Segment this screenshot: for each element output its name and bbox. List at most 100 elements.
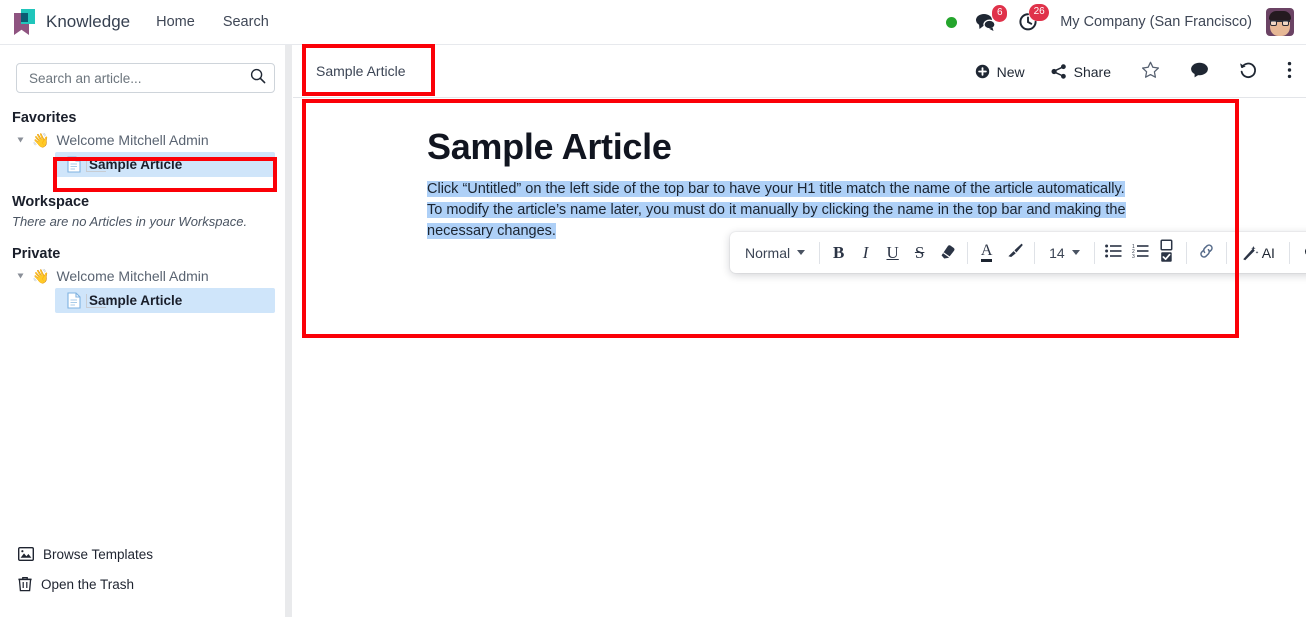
favorite-star-button[interactable] <box>1141 61 1160 82</box>
history-button[interactable] <box>1239 61 1257 82</box>
toolbar-divider <box>819 241 821 264</box>
image-icon <box>18 547 34 561</box>
tree-elbow <box>86 293 106 308</box>
font-size-label: 14 <box>1049 244 1065 261</box>
app-brand-name[interactable]: Knowledge <box>46 12 130 32</box>
tree-label: Welcome Mitchell Admin <box>56 268 209 284</box>
floating-format-toolbar: Normal B I U S A 14 1 2 3 AI <box>730 232 1306 273</box>
toolbar-divider <box>1093 241 1095 264</box>
new-button[interactable]: New <box>975 64 1025 80</box>
share-button[interactable]: Share <box>1051 64 1111 80</box>
style-select-label: Normal <box>745 244 791 261</box>
messages-badge: 6 <box>992 5 1008 22</box>
chevron-down-icon <box>797 250 806 255</box>
search-input[interactable] <box>27 69 250 87</box>
selected-text: Click “Untitled” on the left side of the… <box>427 181 1126 239</box>
article-title[interactable]: Sample Article <box>427 126 1306 168</box>
bulleted-list-icon <box>1104 244 1122 262</box>
tree-row-welcome-private[interactable]: 👋 Welcome Mitchell Admin <box>0 264 291 288</box>
kebab-menu-button[interactable] <box>1287 61 1292 82</box>
wave-emoji-icon: 👋 <box>32 268 50 284</box>
online-status-dot <box>946 16 958 28</box>
comment-icon <box>1190 62 1209 81</box>
italic-button[interactable]: I <box>852 238 879 268</box>
paintbrush-icon <box>1005 242 1024 263</box>
comments-button[interactable] <box>1190 62 1209 81</box>
bold-button[interactable]: B <box>825 238 852 268</box>
breadcrumb-bar: Sample Article New Share <box>293 45 1306 98</box>
toolbar-divider <box>967 241 969 264</box>
workspace-empty-text: There are no Articles in your Workspace. <box>12 214 248 229</box>
checklist-icon <box>1160 238 1175 267</box>
company-selector[interactable]: My Company (San Francisco) <box>1060 14 1252 30</box>
plus-circle-icon <box>975 64 990 79</box>
highlight-color-button[interactable] <box>1000 238 1029 268</box>
chevron-down-icon[interactable] <box>17 273 24 279</box>
breadcrumb-article-name[interactable]: Sample Article <box>316 63 405 79</box>
open-trash-label: Open the Trash <box>41 576 135 592</box>
search-article-box[interactable] <box>16 63 275 93</box>
history-icon <box>1239 61 1257 82</box>
activities-badge: 26 <box>1029 4 1050 21</box>
bookmark-logo-icon[interactable] <box>14 9 36 35</box>
document-icon <box>67 292 81 309</box>
article-body: Sample Article Click “Untitled” on the l… <box>293 98 1306 242</box>
bulleted-list-button[interactable] <box>1100 238 1127 268</box>
style-select[interactable]: Normal <box>736 238 814 268</box>
trash-icon <box>18 576 32 592</box>
sidebar-item-sample-article-favorite[interactable]: Sample Article <box>55 152 275 177</box>
section-title-private: Private <box>12 246 61 262</box>
section-title-favorites: Favorites <box>12 110 77 126</box>
breadcrumb-actions: New Share <box>949 45 1292 98</box>
kebab-menu-icon <box>1287 61 1292 82</box>
share-icon <box>1051 64 1067 79</box>
tree-row-welcome-favorites[interactable]: 👋 Welcome Mitchell Admin <box>0 128 291 152</box>
chevron-down-icon <box>1071 250 1080 255</box>
nav-link-search[interactable]: Search <box>223 14 269 30</box>
tree-elbow <box>86 157 106 172</box>
font-color-icon: A <box>980 243 993 262</box>
toolbar-divider <box>1034 241 1036 264</box>
comment-button[interactable]: Comment <box>1295 238 1306 268</box>
toolbar-divider <box>1288 241 1290 264</box>
tree-label: Welcome Mitchell Admin <box>56 132 209 148</box>
browse-templates-label: Browse Templates <box>43 546 154 562</box>
star-outline-icon <box>1141 61 1160 82</box>
user-avatar[interactable] <box>1266 8 1294 36</box>
numbered-list-icon: 1 2 3 <box>1132 244 1149 262</box>
messages-icon[interactable]: 6 <box>975 5 1008 31</box>
open-trash-button[interactable]: Open the Trash <box>0 569 291 599</box>
section-title-workspace: Workspace <box>12 194 90 210</box>
eraser-icon <box>938 243 957 263</box>
magic-wand-icon <box>1241 245 1259 261</box>
ai-button-label: AI <box>1261 244 1275 261</box>
svg-text:3: 3 <box>1132 254 1135 258</box>
browse-templates-button[interactable]: Browse Templates <box>0 539 291 569</box>
content-area: Sample Article New Share Sample Article … <box>293 45 1306 617</box>
strikethrough-button[interactable]: S <box>906 238 933 268</box>
new-button-label: New <box>996 63 1025 80</box>
font-size-select[interactable]: 14 <box>1040 238 1089 268</box>
clear-format-button[interactable] <box>933 238 962 268</box>
sidebar-item-sample-article-private[interactable]: Sample Article <box>55 288 275 313</box>
nav-link-home[interactable]: Home <box>156 14 195 30</box>
top-navbar: Knowledge Home Search 6 26 My Company (S… <box>0 0 1306 45</box>
document-icon <box>67 156 81 173</box>
link-button[interactable] <box>1192 238 1221 268</box>
search-icon[interactable] <box>250 68 266 89</box>
toolbar-divider <box>1225 241 1227 264</box>
sidebar: Favorites 👋 Welcome Mitchell Admin Sampl… <box>0 45 292 617</box>
sidebar-scrollbar[interactable] <box>285 45 292 617</box>
ai-button[interactable]: AI <box>1232 238 1284 268</box>
activity-clock-icon[interactable]: 26 <box>1018 4 1050 32</box>
numbered-list-button[interactable]: 1 2 3 <box>1127 238 1154 268</box>
sidebar-footer: Browse Templates Open the Trash <box>0 539 291 599</box>
chevron-down-icon[interactable] <box>17 137 24 143</box>
link-icon <box>1197 243 1216 263</box>
wave-emoji-icon: 👋 <box>32 132 50 148</box>
share-button-label: Share <box>1073 63 1111 80</box>
checklist-button[interactable] <box>1154 238 1181 268</box>
toolbar-divider <box>1185 241 1187 264</box>
underline-button[interactable]: U <box>879 238 906 268</box>
font-color-button[interactable]: A <box>973 238 1000 268</box>
